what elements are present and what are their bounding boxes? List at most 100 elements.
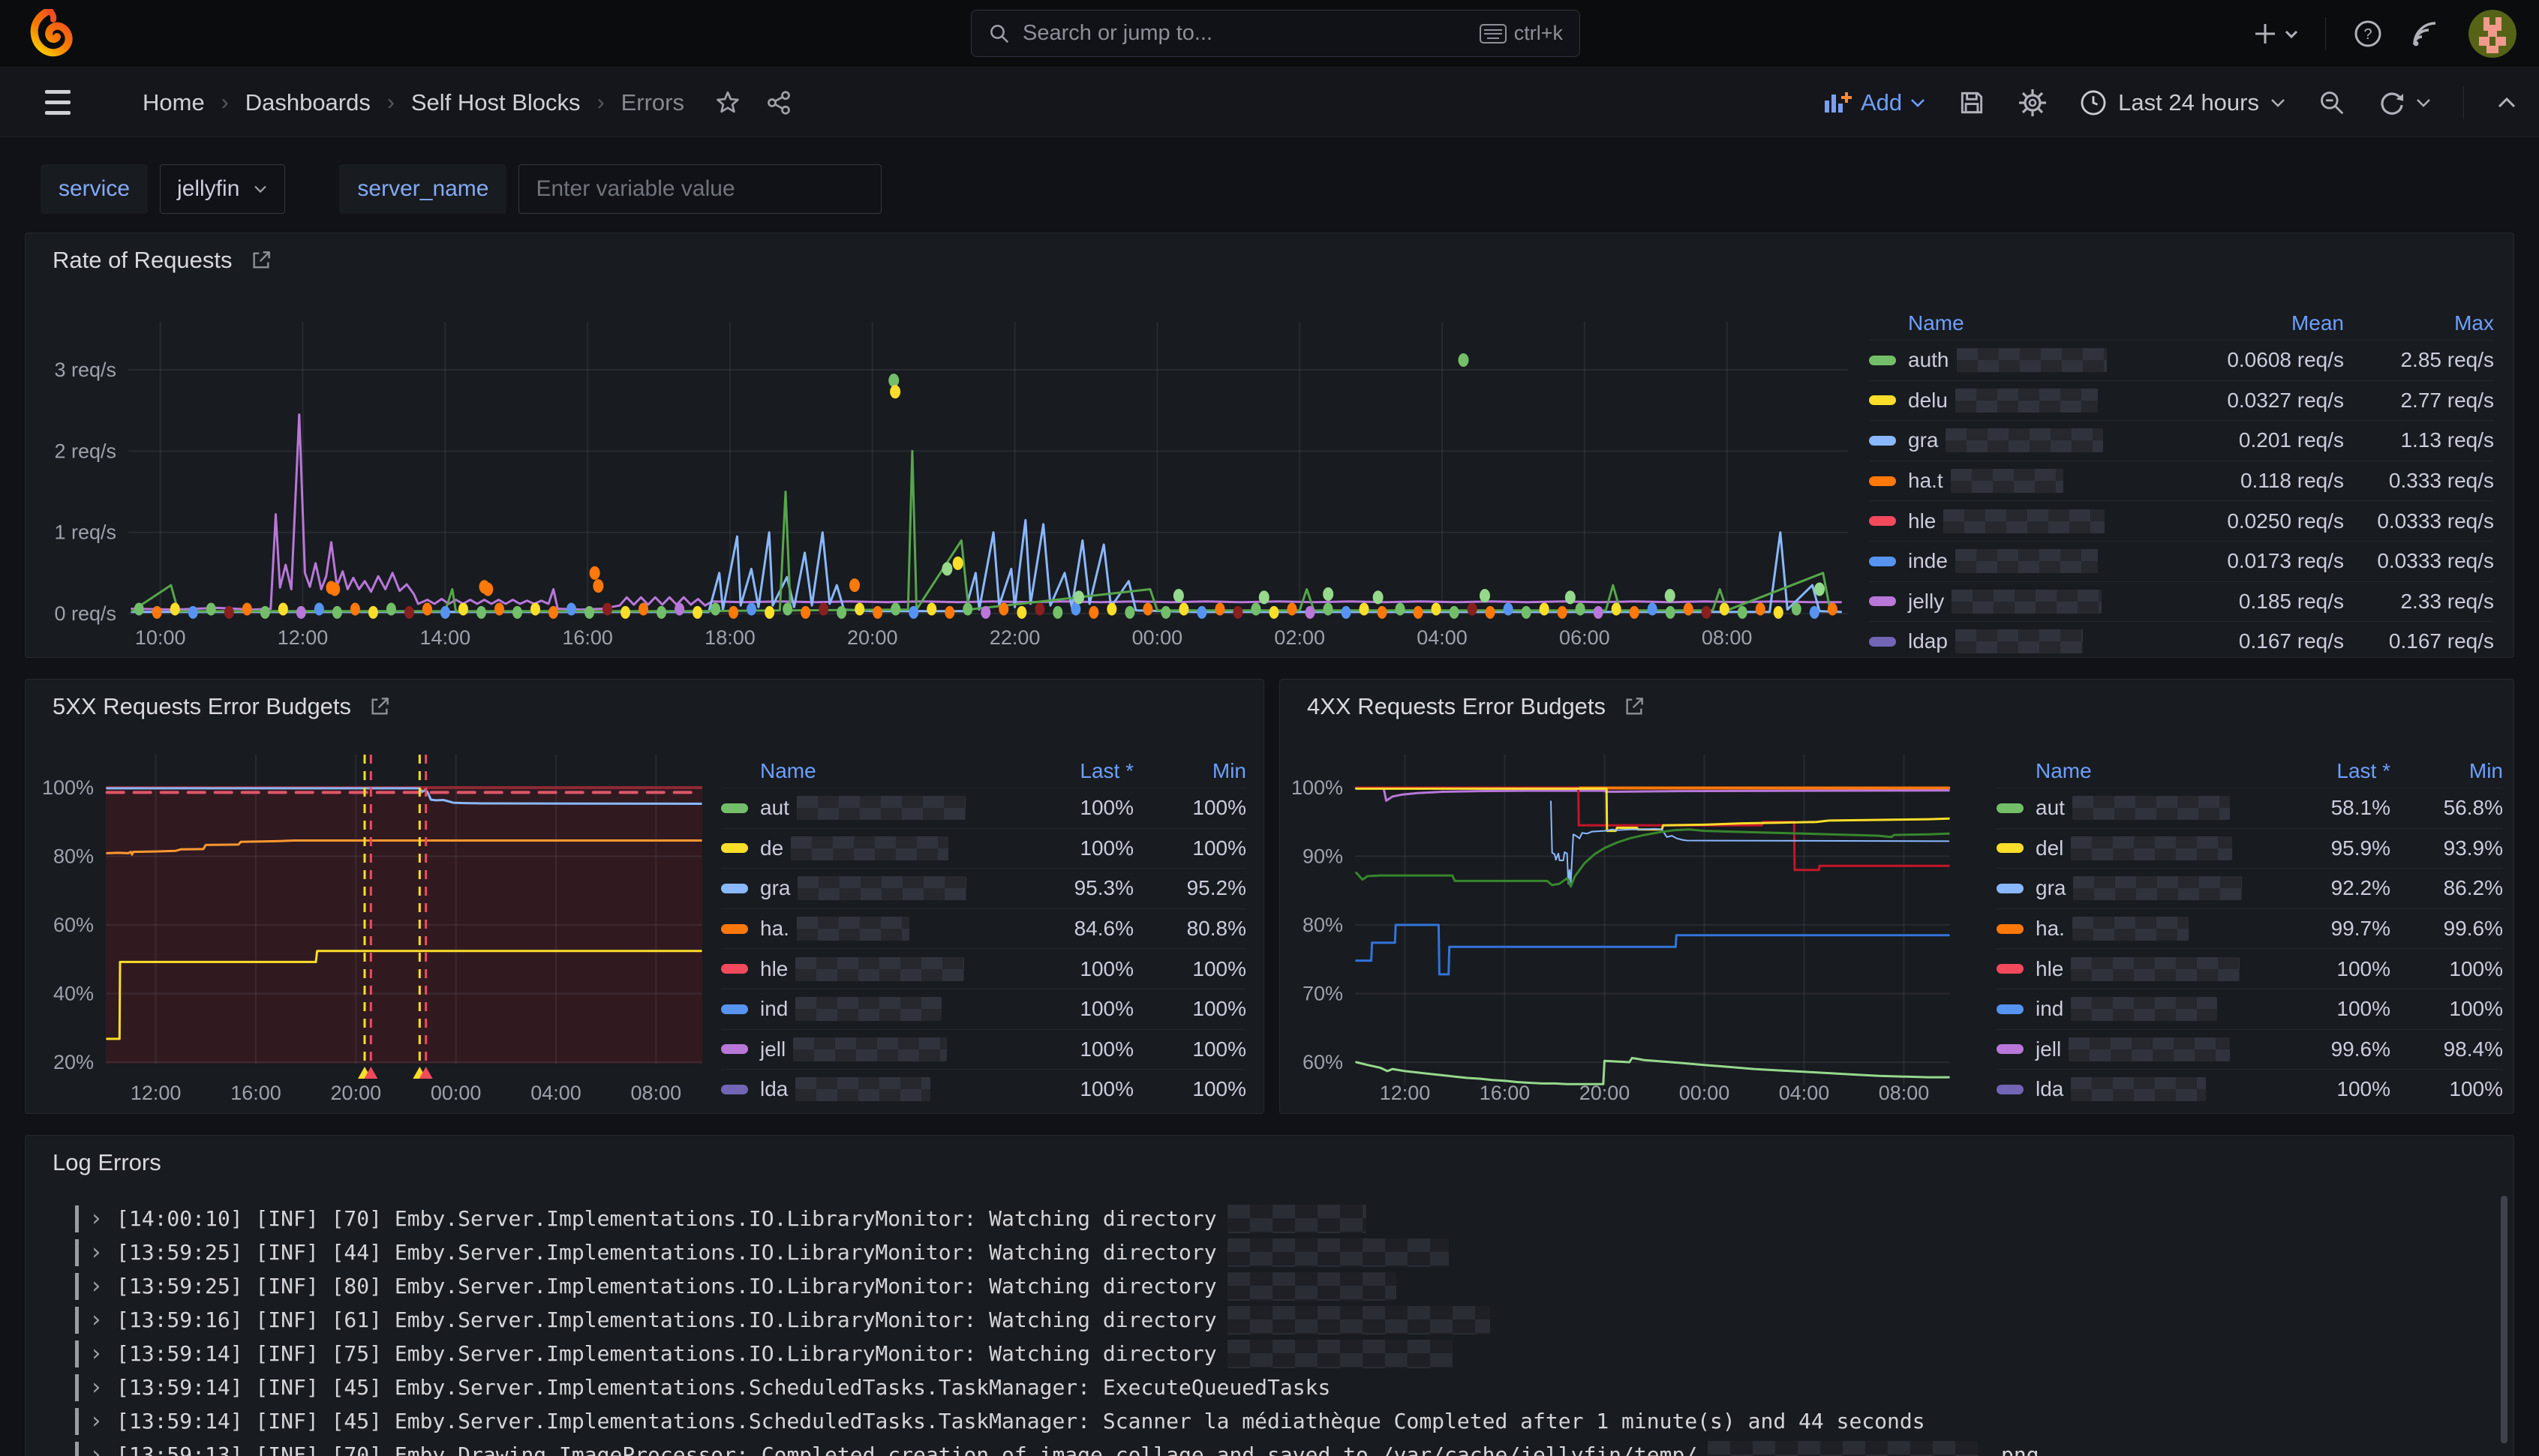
legend-row[interactable]: aut100%100% (721, 788, 1246, 828)
legend-col-1[interactable]: Last * (2248, 759, 2390, 783)
legend-row[interactable]: ind100%100% (721, 989, 1246, 1029)
time-range-picker[interactable]: Last 24 hours (2079, 89, 2286, 117)
menu-toggle-button[interactable] (45, 90, 71, 115)
svg-text:08:00: 08:00 (1702, 626, 1753, 649)
external-link-icon[interactable] (249, 248, 273, 272)
server-name-variable-input[interactable]: Enter variable value (518, 164, 882, 214)
legend-row[interactable]: hle0.0250 req/s0.0333 req/s (1869, 500, 2494, 541)
log-scrollbar[interactable] (2501, 1196, 2507, 1443)
log-row[interactable]: ›[13:59:13] [INF] [70] Emby.Drawing.Imag… (75, 1438, 2491, 1456)
save-dashboard-button[interactable] (1958, 89, 1986, 117)
legend-col-name[interactable]: Name (721, 759, 991, 783)
panel-title[interactable]: Rate of Requests (53, 247, 273, 274)
legend-col-1[interactable]: Last * (991, 759, 1134, 783)
series-name: ha.t (1908, 469, 1943, 493)
legend-row[interactable]: aut58.1%56.8% (1997, 788, 2503, 828)
legend-row[interactable]: de100%100% (721, 828, 1246, 869)
legend-row[interactable]: hle100%100% (1997, 948, 2503, 989)
dashboard-settings-button[interactable] (2018, 88, 2048, 118)
legend-row[interactable]: gra92.2%86.2% (1997, 868, 2503, 908)
legend-row[interactable]: jell99.6%98.4% (1997, 1029, 2503, 1070)
legend-row[interactable]: ldap0.167 req/s0.167 req/s (1869, 621, 2494, 662)
redacted-text (1955, 389, 2098, 413)
redacted-text (1943, 509, 2105, 533)
series-color-pill (1869, 596, 1896, 606)
series-name: del (2036, 836, 2063, 860)
log-row[interactable]: ›[13:59:16] [INF] [61] Emby.Server.Imple… (75, 1303, 2491, 1337)
legend-row[interactable]: jell100%100% (721, 1029, 1246, 1070)
series-color-pill (1997, 1044, 2024, 1054)
favorite-star-button[interactable] (714, 89, 741, 116)
panel-title[interactable]: 5XX Requests Error Budgets (53, 693, 392, 720)
add-button[interactable]: Add (1823, 89, 1926, 116)
legend-row[interactable]: gra0.201 req/s1.13 req/s (1869, 420, 2494, 461)
legend-row[interactable]: gra95.3%95.2% (721, 868, 1246, 908)
avatar[interactable] (2468, 10, 2516, 58)
svg-text:80%: 80% (53, 845, 94, 868)
legend-row[interactable]: inde0.0173 req/s0.0333 req/s (1869, 541, 2494, 581)
svg-text:08:00: 08:00 (1879, 1082, 1930, 1104)
legend-row[interactable]: auth0.0608 req/s2.85 req/s (1869, 340, 2494, 380)
expand-log-icon[interactable]: › (89, 1374, 106, 1400)
panel-title[interactable]: Log Errors (53, 1149, 161, 1176)
log-row[interactable]: ›[13:59:14] [INF] [45] Emby.Server.Imple… (75, 1370, 2491, 1404)
expand-log-icon[interactable]: › (89, 1408, 106, 1434)
legend-value-2: 100% (1134, 1077, 1246, 1101)
legend-value-1: 100% (2248, 1077, 2390, 1101)
collapse-topbar-button[interactable] (2495, 95, 2518, 111)
breadcrumb-home[interactable]: Home (143, 89, 205, 116)
legend-row[interactable]: hle100%100% (721, 948, 1246, 989)
refresh-button[interactable] (2378, 89, 2432, 117)
expand-log-icon[interactable]: › (89, 1340, 106, 1367)
log-text-suffix: .png (1988, 1442, 2039, 1456)
legend-row[interactable]: ha.t0.118 req/s0.333 req/s (1869, 461, 2494, 501)
expand-log-icon[interactable]: › (89, 1205, 106, 1232)
external-link-icon[interactable] (368, 695, 392, 719)
log-row[interactable]: › [13:59:25] [INF] [44] Emby.Server.Imple… (75, 1235, 2491, 1269)
log-row[interactable]: ›[14:00:10] [INF] [70] Emby.Server.Imple… (75, 1202, 2491, 1235)
news-button[interactable] (2410, 19, 2441, 49)
expand-log-icon[interactable]: › (89, 1442, 106, 1456)
grafana-logo-icon[interactable] (27, 9, 75, 59)
panel-4xx-error-budgets: 4XX Requests Error Budgets 12:0016:0020:… (1279, 679, 2514, 1114)
new-button[interactable] (2255, 21, 2298, 47)
series-name: jell (2036, 1037, 2061, 1061)
service-variable-select[interactable]: jellyfin (160, 164, 285, 214)
panel-title[interactable]: 4XX Requests Error Budgets (1307, 693, 1646, 720)
legend-col-2[interactable]: Min (2390, 759, 2503, 783)
legend-row[interactable]: lda100%100% (721, 1069, 1246, 1109)
legend-row[interactable]: ha.84.6%80.8% (721, 908, 1246, 949)
legend-col-1[interactable]: Mean (2149, 311, 2344, 335)
zoom-out-button[interactable] (2318, 89, 2346, 117)
log-row[interactable]: ›[13:59:25] [INF] [80] Emby.Server.Imple… (75, 1269, 2491, 1303)
legend-value-1: 0.167 req/s (2149, 629, 2344, 653)
legend-col-name[interactable]: Name (1997, 759, 2248, 783)
legend-row[interactable]: delu0.0327 req/s2.77 req/s (1869, 380, 2494, 421)
legend-row[interactable]: lda100%100% (1997, 1069, 2503, 1109)
chevron-down-icon (2270, 97, 2286, 109)
legend-col-2[interactable]: Max (2344, 311, 2494, 335)
log-text: [13:59:25] [INF] [44] Emby.Server.Implem… (116, 1240, 1217, 1265)
expand-log-icon[interactable]: › (89, 1239, 106, 1265)
search-input[interactable]: Search or jump to... ctrl+k (971, 10, 1580, 57)
expand-log-icon[interactable]: › (89, 1273, 106, 1299)
log-row[interactable]: ›[13:59:14] [INF] [75] Emby.Server.Imple… (75, 1337, 2491, 1370)
legend-row[interactable]: jelly0.185 req/s2.33 req/s (1869, 581, 2494, 622)
legend-row[interactable]: ind100%100% (1997, 989, 2503, 1029)
breadcrumb-folder[interactable]: Self Host Blocks (411, 89, 581, 116)
legend-row[interactable]: del95.9%93.9% (1997, 828, 2503, 869)
expand-log-icon[interactable]: › (89, 1307, 106, 1333)
breadcrumb-dashboards[interactable]: Dashboards (245, 89, 371, 116)
legend-col-name[interactable]: Name (1869, 311, 2149, 335)
share-button[interactable] (765, 89, 792, 116)
legend-col-2[interactable]: Min (1134, 759, 1246, 783)
external-link-icon[interactable] (1622, 695, 1646, 719)
help-button[interactable]: ? (2353, 19, 2383, 49)
svg-text:00:00: 00:00 (1132, 626, 1183, 649)
legend-value-2: 99.6% (2390, 917, 2503, 941)
legend-value-2: 1.13 req/s (2344, 428, 2494, 452)
legend-row[interactable]: ha.99.7%99.6% (1997, 908, 2503, 949)
log-row[interactable]: ›[13:59:14] [INF] [45] Emby.Server.Imple… (75, 1404, 2491, 1438)
series-color-pill (1997, 1004, 2024, 1014)
legend-value-1: 0.185 req/s (2149, 590, 2344, 614)
